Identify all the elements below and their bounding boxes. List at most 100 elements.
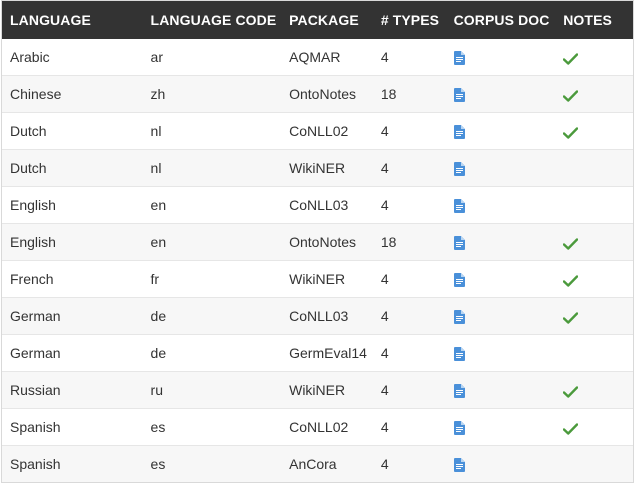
table-row: Spanish es AnCora 4 xyxy=(2,446,633,482)
cell-language: Dutch xyxy=(10,123,47,139)
cell-package: OntoNotes xyxy=(289,234,357,250)
cell-package: WikiNER xyxy=(289,160,346,176)
cell-language-code: nl xyxy=(150,160,162,176)
document-icon[interactable] xyxy=(453,88,465,103)
cell-language: French xyxy=(10,271,54,287)
cell-package: CoNLL02 xyxy=(289,419,349,435)
cell-language-code: de xyxy=(150,345,167,361)
check-icon[interactable] xyxy=(563,274,579,287)
cell-language-code: ru xyxy=(150,382,163,398)
cell-language: Russian xyxy=(10,382,61,398)
cell-notes xyxy=(563,419,633,435)
cell-language: Arabic xyxy=(10,49,50,65)
header-notes: NOTES xyxy=(563,12,612,28)
cell-types: 4 xyxy=(380,123,389,139)
cell-language: English xyxy=(10,197,56,213)
check-icon[interactable] xyxy=(563,311,579,324)
cell-corpus-doc xyxy=(453,160,564,177)
cell-corpus-doc xyxy=(453,382,564,399)
check-icon[interactable] xyxy=(563,126,579,139)
cell-corpus-doc xyxy=(453,271,564,288)
cell-corpus-doc xyxy=(453,197,564,214)
table-row: Dutch nl WikiNER 4 xyxy=(2,150,633,187)
cell-notes xyxy=(563,123,633,139)
cell-types: 18 xyxy=(380,234,397,250)
cell-package: GermEval14 xyxy=(289,345,367,361)
cell-language-code: en xyxy=(150,197,167,213)
cell-corpus-doc xyxy=(453,345,564,362)
check-icon[interactable] xyxy=(563,422,579,435)
check-icon[interactable] xyxy=(563,237,579,250)
cell-language-code: zh xyxy=(150,86,166,102)
cell-package: WikiNER xyxy=(289,382,346,398)
header-package: PACKAGE xyxy=(289,12,359,28)
cell-language: Chinese xyxy=(10,86,62,102)
cell-language: German xyxy=(10,308,61,324)
table-row: English en CoNLL03 4 xyxy=(2,187,633,224)
table-row: Chinese zh OntoNotes 18 xyxy=(2,76,633,113)
cell-language: Dutch xyxy=(10,160,47,176)
cell-language-code: es xyxy=(150,456,166,472)
cell-language-code: de xyxy=(150,308,167,324)
cell-types: 4 xyxy=(380,49,389,65)
document-icon[interactable] xyxy=(453,51,465,66)
cell-types: 4 xyxy=(380,197,389,213)
cell-package: CoNLL03 xyxy=(289,308,349,324)
cell-package: AnCora xyxy=(289,456,337,472)
ner-models-table: LANGUAGE LANGUAGE CODE PACKAGE # TYPES C… xyxy=(1,0,634,483)
table-row: English en OntoNotes 18 xyxy=(2,224,633,261)
document-icon[interactable] xyxy=(453,273,465,288)
document-icon[interactable] xyxy=(453,458,465,473)
table-row: German de CoNLL03 4 xyxy=(2,298,633,335)
cell-types: 4 xyxy=(380,382,389,398)
document-icon[interactable] xyxy=(453,421,465,436)
header-corpus-doc: CORPUS DOC xyxy=(453,12,550,28)
cell-types: 4 xyxy=(380,160,389,176)
document-icon[interactable] xyxy=(453,347,465,362)
document-icon[interactable] xyxy=(453,125,465,140)
header-language: LANGUAGE xyxy=(10,12,91,28)
cell-language: Spanish xyxy=(10,419,61,435)
cell-language: German xyxy=(10,345,61,361)
table-header: LANGUAGE LANGUAGE CODE PACKAGE # TYPES C… xyxy=(2,1,633,39)
table-row: French fr WikiNER 4 xyxy=(2,261,633,298)
cell-package: AQMAR xyxy=(289,49,341,65)
cell-language-code: ar xyxy=(150,49,163,65)
document-icon[interactable] xyxy=(453,236,465,251)
document-icon[interactable] xyxy=(453,199,465,214)
cell-language-code: fr xyxy=(150,271,160,287)
cell-package: OntoNotes xyxy=(289,86,357,102)
table-row: Dutch nl CoNLL02 4 xyxy=(2,113,633,150)
table-row: German de GermEval14 4 xyxy=(2,335,633,372)
cell-package: CoNLL02 xyxy=(289,123,349,139)
cell-language-code: en xyxy=(150,234,167,250)
cell-package: WikiNER xyxy=(289,271,346,287)
cell-language: Spanish xyxy=(10,456,61,472)
table-row: Russian ru WikiNER 4 xyxy=(2,372,633,409)
cell-corpus-doc xyxy=(453,234,564,251)
cell-language-code: nl xyxy=(150,123,162,139)
cell-notes xyxy=(563,308,633,324)
cell-notes xyxy=(563,86,633,102)
cell-types: 4 xyxy=(380,308,389,324)
check-icon[interactable] xyxy=(563,385,579,398)
cell-types: 4 xyxy=(380,345,389,361)
check-icon[interactable] xyxy=(563,89,579,102)
table-body: Arabic ar AQMAR 4 Chinese zh OntoNotes 18 Dutch n… xyxy=(2,39,633,482)
cell-notes xyxy=(563,382,633,398)
cell-corpus-doc xyxy=(453,456,564,473)
cell-language-code: es xyxy=(150,419,166,435)
cell-types: 18 xyxy=(380,86,397,102)
document-icon[interactable] xyxy=(453,162,465,177)
cell-corpus-doc xyxy=(453,86,564,103)
document-icon[interactable] xyxy=(453,310,465,325)
cell-language: English xyxy=(10,234,56,250)
check-icon[interactable] xyxy=(563,52,579,65)
cell-notes xyxy=(563,234,633,250)
cell-corpus-doc xyxy=(453,308,564,325)
cell-types: 4 xyxy=(380,271,389,287)
cell-corpus-doc xyxy=(453,49,564,66)
table-row: Arabic ar AQMAR 4 xyxy=(2,39,633,76)
document-icon[interactable] xyxy=(453,384,465,399)
header-language-code: LANGUAGE CODE xyxy=(150,12,277,28)
